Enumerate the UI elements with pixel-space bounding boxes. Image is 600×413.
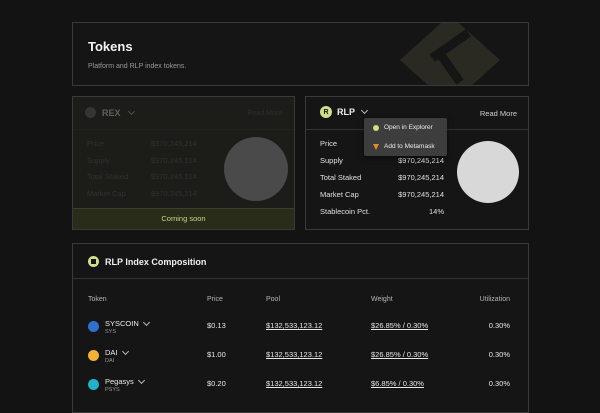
page-subtitle: Platform and RLP index tokens. — [88, 63, 187, 70]
weight-link[interactable]: $26.85% / 0.30% — [371, 321, 428, 330]
utilization-cell: 0.30% — [488, 321, 510, 330]
rex-token-name: REX — [102, 107, 121, 118]
dai-icon — [88, 350, 99, 361]
pool-link[interactable]: $132,533,123.12 — [266, 350, 322, 359]
rex-stat-row: Total Staked $970,245,214 — [87, 172, 197, 181]
weight-link[interactable]: $26.85% / 0.30% — [371, 350, 428, 359]
pegasys-icon — [88, 379, 99, 390]
price-cell: $1.00 — [207, 350, 226, 359]
rlp-stat-row: Market Cap $970,245,214 — [320, 190, 444, 199]
add-to-metamask-item[interactable]: Add to Metamask — [364, 137, 447, 156]
tokens-header-card: Tokens Platform and RLP index tokens. — [72, 22, 529, 86]
price-cell: $0.20 — [207, 379, 226, 388]
weight-link[interactable]: $6.85% / 0.30% — [371, 379, 424, 388]
rlp-stat-row: Stablecoin Pct. 14% — [320, 207, 444, 216]
rlp-read-more-link[interactable]: Read More — [480, 109, 517, 118]
explorer-icon — [373, 124, 379, 131]
open-in-explorer-item[interactable]: Open in Explorer — [364, 118, 447, 137]
token-cell[interactable]: DAI DAI — [88, 347, 129, 364]
rlp-token-selector[interactable]: R RLP — [320, 106, 369, 118]
rlp-stat-row: Total Staked $970,245,214 — [320, 173, 444, 182]
composition-title: RLP Index Composition — [105, 256, 207, 267]
rlp-chart-placeholder — [457, 141, 519, 203]
rlp-composition-card: RLP Index Composition Token Price Pool W… — [72, 243, 529, 413]
syscoin-icon — [88, 321, 99, 332]
utilization-cell: 0.30% — [488, 350, 510, 359]
brand-logo-icon — [400, 23, 500, 85]
pool-link[interactable]: $132,533,123.12 — [266, 379, 322, 388]
token-cell[interactable]: Pegasys PSYS — [88, 376, 145, 393]
chevron-down-icon[interactable] — [137, 376, 145, 384]
table-row[interactable]: SYSCOIN SYS $0.13 $132,533,123.12 $26.85… — [73, 318, 528, 347]
rex-token-card: REX Read More Price $970,245,214 Supply $9… — [72, 96, 295, 230]
rlp-token-card: R RLP Read More Price Supply $970,245,214… — [305, 96, 529, 230]
rex-stat-row: Supply $970,245,214 — [87, 155, 197, 165]
rex-stat-row: Market Cap $970,245,214 — [87, 188, 197, 198]
metamask-icon — [373, 143, 379, 150]
pool-link[interactable]: $132,533,123.12 — [266, 321, 322, 330]
rex-token-selector: REX — [85, 107, 135, 118]
composition-header: RLP Index Composition — [88, 256, 206, 267]
chevron-down-icon[interactable] — [142, 318, 150, 326]
column-header-pool: Pool — [266, 296, 281, 303]
chevron-down-icon — [127, 107, 135, 115]
chevron-down-icon[interactable] — [121, 347, 129, 355]
column-header-weight: Weight — [371, 296, 393, 303]
chevron-down-icon[interactable] — [360, 106, 369, 115]
token-cell[interactable]: SYSCOIN SYS — [88, 318, 150, 335]
rlp-token-name: RLP — [337, 107, 355, 117]
page-title: Tokens — [88, 39, 133, 54]
rex-chart-placeholder — [224, 137, 288, 201]
rlp-coin-icon: R — [320, 106, 332, 118]
rex-stat-row: Price $970,245,214 — [87, 139, 197, 148]
utilization-cell: 0.30% — [488, 379, 510, 388]
column-header-price: Price — [207, 296, 223, 303]
table-row[interactable]: Pegasys PSYS $0.20 $132,533,123.12 $6.85… — [73, 376, 528, 405]
coming-soon-banner: Coming soon — [73, 208, 294, 229]
rex-read-more-link: Read More — [247, 110, 282, 117]
rlp-stat-row: Supply $970,245,214 — [320, 156, 444, 165]
index-icon — [88, 256, 99, 267]
token-actions-menu: Open in Explorer Add to Metamask — [364, 118, 447, 156]
column-header-token: Token — [88, 296, 107, 303]
price-cell: $0.13 — [207, 321, 226, 330]
column-header-utilization: Utilization — [479, 296, 510, 303]
table-row[interactable]: DAI DAI $1.00 $132,533,123.12 $26.85% / … — [73, 347, 528, 376]
rex-coin-icon — [85, 107, 96, 118]
